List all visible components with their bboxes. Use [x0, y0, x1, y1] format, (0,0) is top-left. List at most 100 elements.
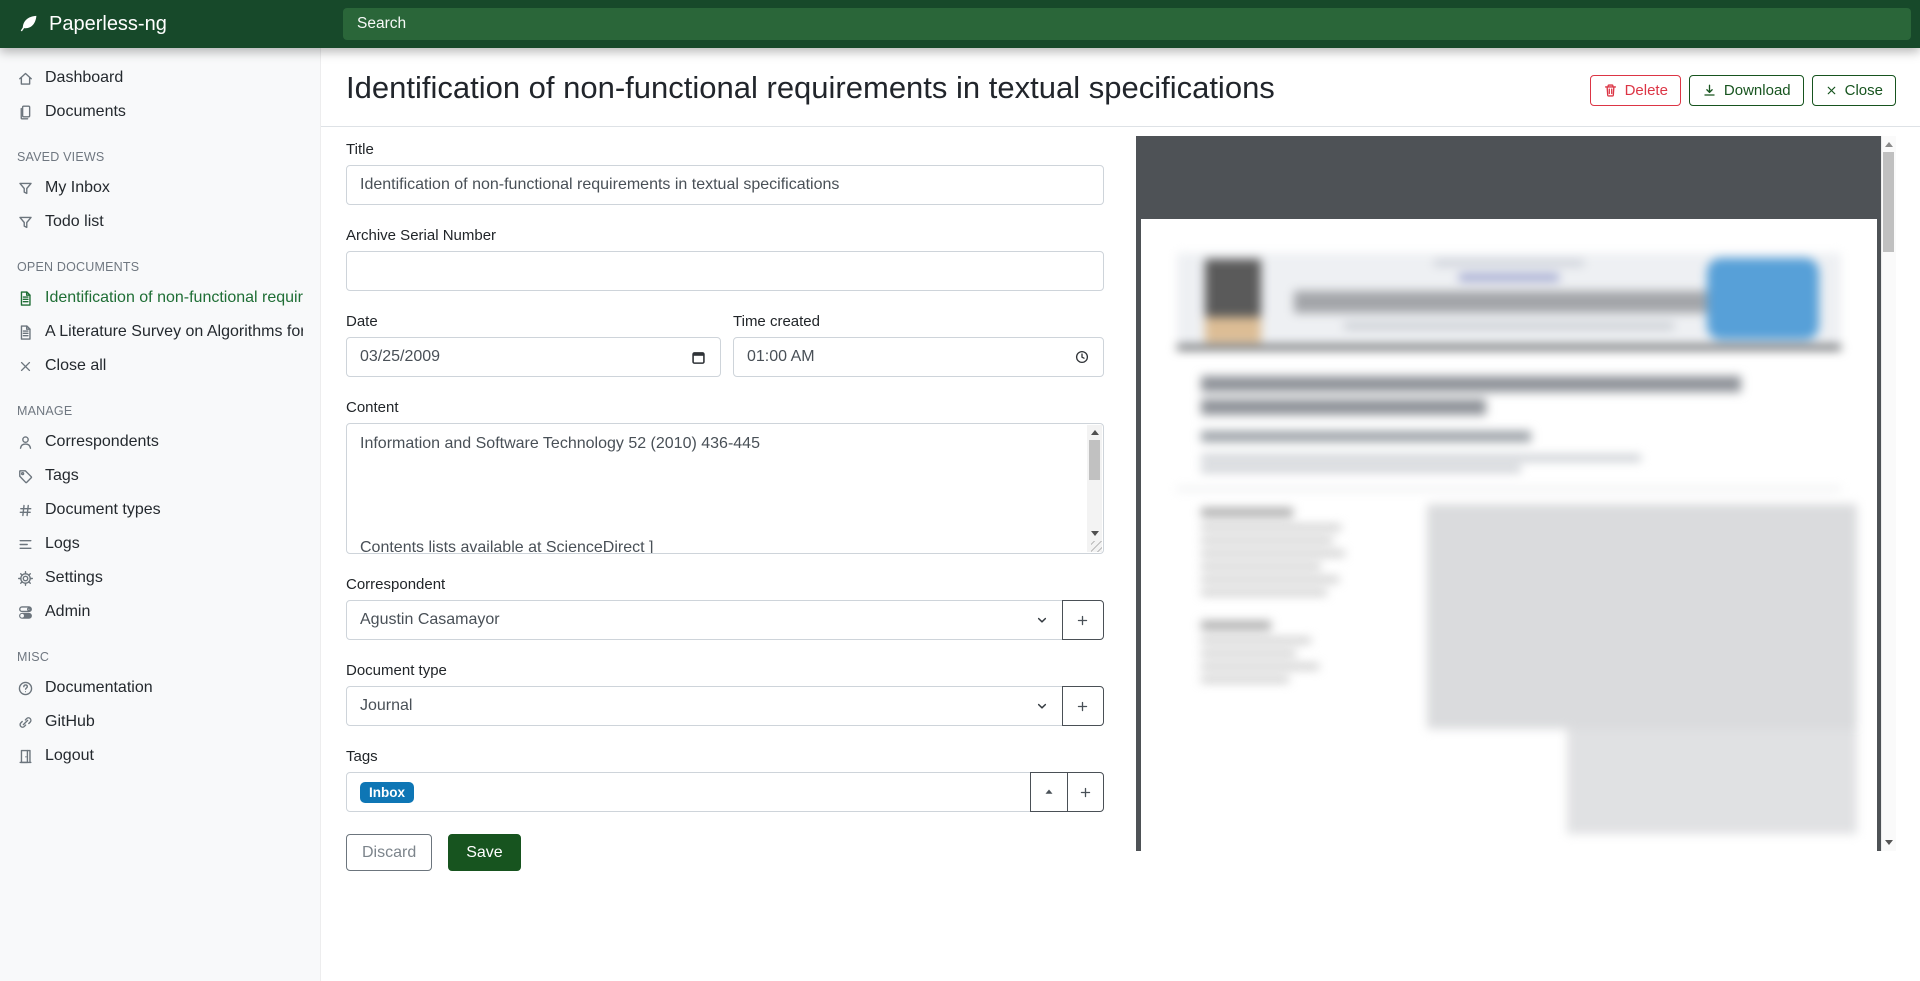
sidebar-item-label: A Literature Survey on Algorithms for Mu…: [45, 323, 303, 341]
close-button[interactable]: Close: [1812, 75, 1896, 106]
scroll-up-icon[interactable]: [1882, 138, 1896, 151]
document-body: Title Archive Serial Number Date 03/25/2…: [320, 127, 1920, 871]
time-value: 01:00 AM: [747, 348, 815, 366]
hash-icon: [17, 502, 34, 519]
search-input[interactable]: [343, 8, 1911, 40]
delete-label: Delete: [1625, 81, 1668, 100]
title-input[interactable]: [346, 165, 1104, 205]
publisher-logo: [1205, 259, 1261, 343]
article-info-column: [1201, 504, 1371, 834]
tags-group: Tags Inbox: [346, 748, 1104, 812]
scroll-up-icon[interactable]: [1087, 425, 1102, 439]
sidebar-item-label: Todo list: [45, 213, 104, 231]
scrollbar-thumb[interactable]: [1089, 440, 1100, 480]
title-label: Title: [346, 141, 1104, 158]
sidebar-item-logs[interactable]: Logs: [0, 527, 320, 561]
sidebar-item-correspondents[interactable]: Correspondents: [0, 425, 320, 459]
sidebar-item-label: Settings: [45, 569, 103, 587]
document-type-value: Journal: [360, 697, 412, 715]
content-text: Information and Software Technology 52 (…: [347, 424, 1103, 553]
house-icon: [17, 70, 34, 87]
time-input[interactable]: 01:00 AM: [733, 337, 1104, 377]
sidebar-item-admin[interactable]: Admin: [0, 595, 320, 629]
file-text-icon: [17, 324, 34, 341]
close-icon: [1825, 84, 1838, 97]
preview-scrollbar[interactable]: [1881, 136, 1896, 851]
link-icon: [17, 714, 34, 731]
save-button[interactable]: Save: [448, 834, 520, 871]
sidebar-item-github[interactable]: GitHub: [0, 705, 320, 739]
sidebar-item-settings[interactable]: Settings: [0, 561, 320, 595]
tag-icon: [17, 468, 34, 485]
sidebar-item-my-inbox[interactable]: My Inbox: [0, 171, 320, 205]
sidebar-item-label: My Inbox: [45, 179, 110, 197]
add-tag-button[interactable]: [1067, 772, 1104, 812]
delete-button[interactable]: Delete: [1590, 75, 1681, 106]
collapse-tags-button[interactable]: [1030, 772, 1067, 812]
tags-input[interactable]: Inbox: [346, 772, 1031, 812]
date-value: 03/25/2009: [360, 348, 440, 366]
sidebar-item-label: Correspondents: [45, 433, 159, 451]
correspondent-label: Correspondent: [346, 576, 1104, 593]
content-textarea[interactable]: Information and Software Technology 52 (…: [346, 423, 1104, 554]
add-correspondent-button[interactable]: [1062, 600, 1104, 640]
content-scrollbar[interactable]: [1087, 425, 1102, 552]
brand-name: Paperless-ng: [49, 13, 167, 36]
tags-label: Tags: [346, 748, 1104, 765]
sidebar-item-documents[interactable]: Documents: [0, 95, 320, 129]
pdf-viewer-background: [1136, 136, 1882, 219]
correspondent-select[interactable]: Agustin Casamayor: [346, 600, 1063, 640]
asn-input[interactable]: [346, 251, 1104, 291]
clock-icon[interactable]: [1074, 349, 1090, 365]
asn-group: Archive Serial Number: [346, 227, 1104, 291]
document-type-select[interactable]: Journal: [346, 686, 1063, 726]
sidebar-item-label: Admin: [45, 603, 90, 621]
sidebar-item-tags[interactable]: Tags: [0, 459, 320, 493]
sidebar-item-label: Documents: [45, 103, 126, 121]
brand[interactable]: Paperless-ng: [0, 0, 337, 48]
discard-button[interactable]: Discard: [346, 834, 432, 871]
document-type-label: Document type: [346, 662, 1104, 679]
abstract-column: [1427, 504, 1857, 834]
date-input[interactable]: 03/25/2009: [346, 337, 721, 377]
sidebar-item-label: Identification of non-functional require…: [45, 289, 303, 307]
chevron-down-icon: [1035, 699, 1049, 713]
sidebar-item-dashboard[interactable]: Dashboard: [0, 61, 320, 95]
form-actions: Discard Save: [346, 834, 1104, 871]
document-header: Identification of non-functional require…: [320, 48, 1920, 127]
funnel-icon: [17, 180, 34, 197]
trash-icon: [1603, 83, 1618, 98]
sidebar-item-open-doc-2[interactable]: A Literature Survey on Algorithms for Mu…: [0, 315, 320, 349]
sidebar-section-misc: MISC: [0, 629, 320, 671]
sciencedirect-logo: [1707, 258, 1819, 340]
sidebar-item-close-all[interactable]: Close all: [0, 349, 320, 383]
resize-grip[interactable]: [1091, 541, 1102, 552]
pdf-page: [1136, 219, 1882, 851]
correspondent-value: Agustin Casamayor: [360, 611, 500, 629]
pdf-page-content-blurred: [1141, 219, 1877, 834]
sidebar-item-document-types[interactable]: Document types: [0, 493, 320, 527]
scroll-down-icon[interactable]: [1882, 836, 1896, 849]
add-document-type-button[interactable]: [1062, 686, 1104, 726]
sidebar-section-manage: MANAGE: [0, 383, 320, 425]
scrollbar-thumb[interactable]: [1883, 152, 1894, 252]
sidebar-item-label: Document types: [45, 501, 161, 519]
paperless-app: Paperless-ng Dashboard Documents SAVED V…: [0, 0, 1920, 981]
leaf-logo-icon: [17, 14, 38, 35]
download-button[interactable]: Download: [1689, 75, 1804, 106]
scroll-down-icon[interactable]: [1087, 526, 1102, 540]
sidebar-item-open-doc-1[interactable]: Identification of non-functional require…: [0, 281, 320, 315]
documents-icon: [17, 104, 34, 121]
sidebar-item-logout[interactable]: Logout: [0, 739, 320, 773]
sidebar-item-todo-list[interactable]: Todo list: [0, 205, 320, 239]
file-text-icon: [17, 290, 34, 307]
date-label: Date: [346, 313, 721, 330]
tag-badge[interactable]: Inbox: [360, 782, 414, 803]
sidebar-item-documentation[interactable]: Documentation: [0, 671, 320, 705]
content-group: Content Information and Software Technol…: [346, 399, 1104, 554]
main-content: Identification of non-functional require…: [320, 48, 1920, 981]
door-icon: [17, 748, 34, 765]
funnel-icon: [17, 214, 34, 231]
calendar-icon[interactable]: [690, 349, 707, 366]
sidebar: Dashboard Documents SAVED VIEWS My Inbox…: [0, 48, 321, 981]
